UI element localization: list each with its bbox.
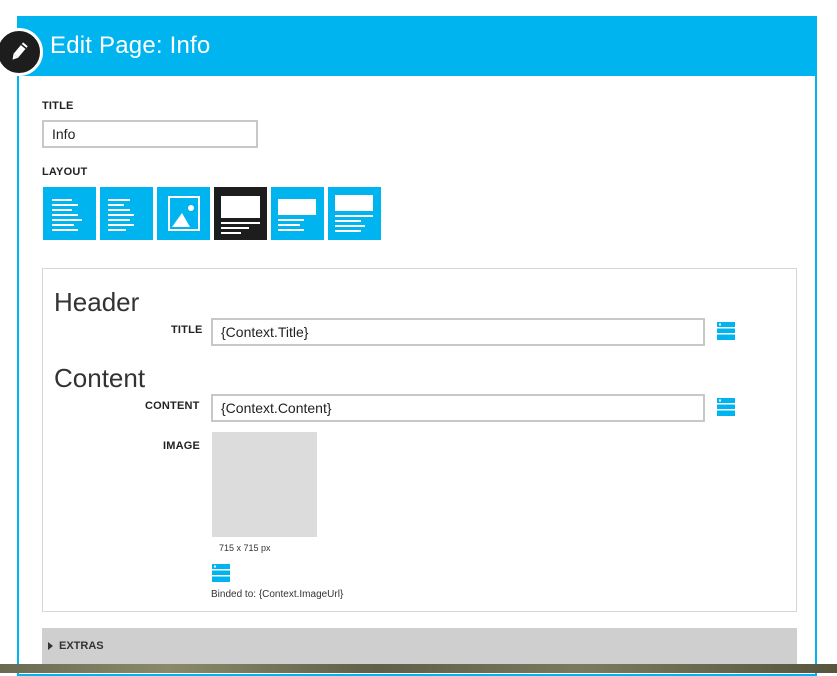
layout-label: LAYOUT: [42, 166, 88, 178]
content-input[interactable]: [211, 394, 705, 422]
page-title-label: TITLE: [42, 100, 74, 112]
data-binding-icon[interactable]: [212, 564, 230, 582]
layout-option-text-indented[interactable]: [100, 187, 153, 240]
text-indented-layout-icon: [108, 199, 134, 231]
header-title-input[interactable]: [211, 318, 705, 346]
image-text-wide-layout-icon: [335, 195, 373, 232]
extras-label: EXTRAS: [59, 640, 104, 652]
image-layout-icon: [168, 196, 200, 231]
text-left-layout-icon: [52, 199, 82, 231]
layout-option-header-image-text[interactable]: [214, 187, 267, 240]
title-bar: Edit Page: Info: [17, 16, 817, 76]
layout-picker: [43, 187, 381, 240]
triangle-right-icon: [48, 642, 53, 650]
image-size-text: 715 x 715 px: [219, 543, 271, 553]
image-placeholder[interactable]: [212, 432, 317, 537]
data-binding-icon[interactable]: [717, 398, 735, 416]
header-section-heading: Header: [54, 287, 140, 317]
background-strip: [0, 664, 837, 673]
image-text-small-layout-icon: [278, 199, 316, 231]
data-binding-icon[interactable]: [717, 322, 735, 340]
extras-expander[interactable]: EXTRAS: [42, 628, 797, 664]
layout-option-image-text-small[interactable]: [271, 187, 324, 240]
content-label: CONTENT: [145, 400, 200, 412]
page-title-input[interactable]: [42, 120, 258, 148]
layout-option-image-text-wide[interactable]: [328, 187, 381, 240]
layout-option-text-left[interactable]: [43, 187, 96, 240]
content-section-heading: Content: [54, 363, 146, 393]
header-title-label: TITLE: [171, 324, 203, 336]
image-binding-text: Binded to: {Context.ImageUrl}: [211, 589, 344, 600]
layout-option-image-only[interactable]: [157, 187, 210, 240]
image-label: IMAGE: [163, 440, 201, 452]
header-image-layout-icon: [221, 196, 260, 234]
window-title: Edit Page: Info: [50, 32, 211, 59]
